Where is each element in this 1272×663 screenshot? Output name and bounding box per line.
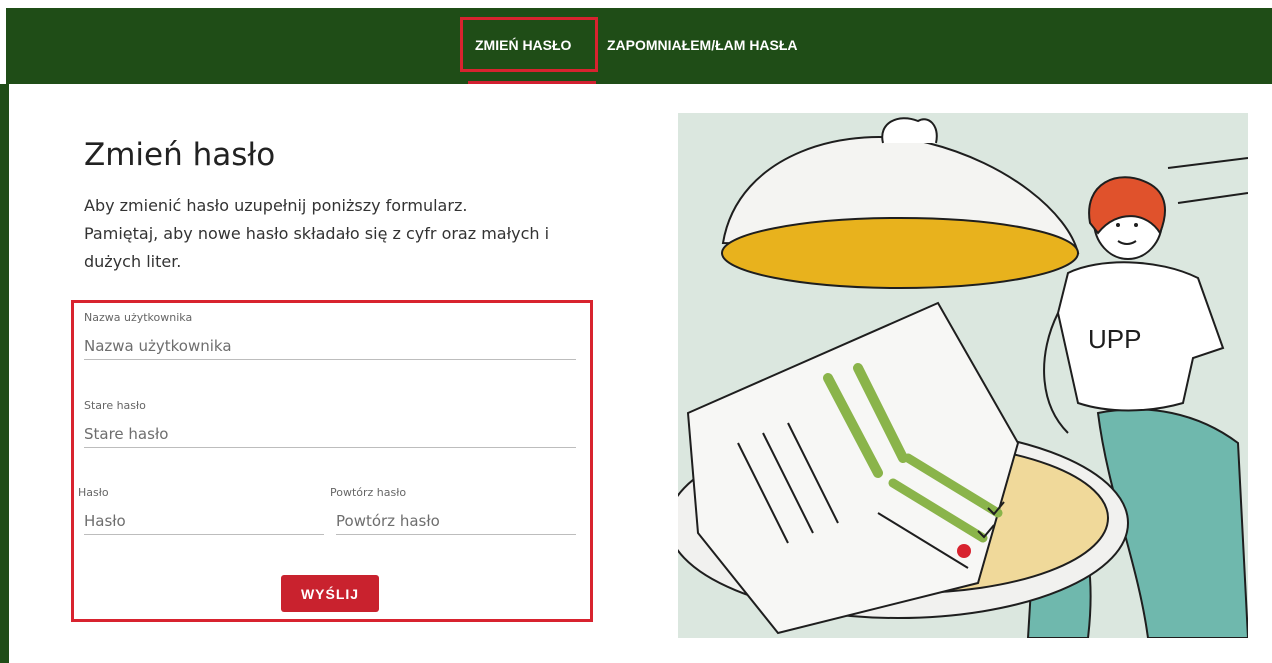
intro-line-3: dużych liter. (84, 252, 182, 271)
username-label: Nazwa użytkownika (84, 311, 193, 324)
intro-line-1: Aby zmienić hasło uzupełnij poniższy for… (84, 196, 468, 215)
page-title: Zmień hasło (84, 137, 276, 173)
password-input[interactable] (84, 508, 324, 535)
intro-line-2: Pamiętaj, aby nowe hasło składało się z … (84, 224, 550, 243)
illustration-image: UPP (678, 113, 1248, 638)
repeat-password-label: Powtórz hasło (330, 486, 407, 499)
intro-text: Aby zmienić hasło uzupełnij poniższy for… (84, 192, 584, 276)
shirt-text: UPP (1088, 324, 1141, 354)
repeat-password-input[interactable] (336, 508, 576, 535)
illustration-svg: UPP (678, 113, 1248, 638)
tab-highlight-box (460, 17, 598, 72)
active-tab-indicator (468, 81, 596, 84)
tab-forgot-password[interactable]: ZAPOMNIAŁEM/ŁAM HASŁA (607, 37, 798, 53)
left-green-stripe (0, 84, 9, 663)
password-label: Hasło (78, 486, 109, 499)
username-input[interactable] (84, 333, 576, 360)
submit-button[interactable]: WYŚLIJ (281, 575, 379, 612)
nav-bar: ZMIEŃ HASŁO ZAPOMNIAŁEM/ŁAM HASŁA (6, 8, 1272, 84)
old-password-label: Stare hasło (84, 399, 146, 412)
old-password-input[interactable] (84, 421, 576, 448)
